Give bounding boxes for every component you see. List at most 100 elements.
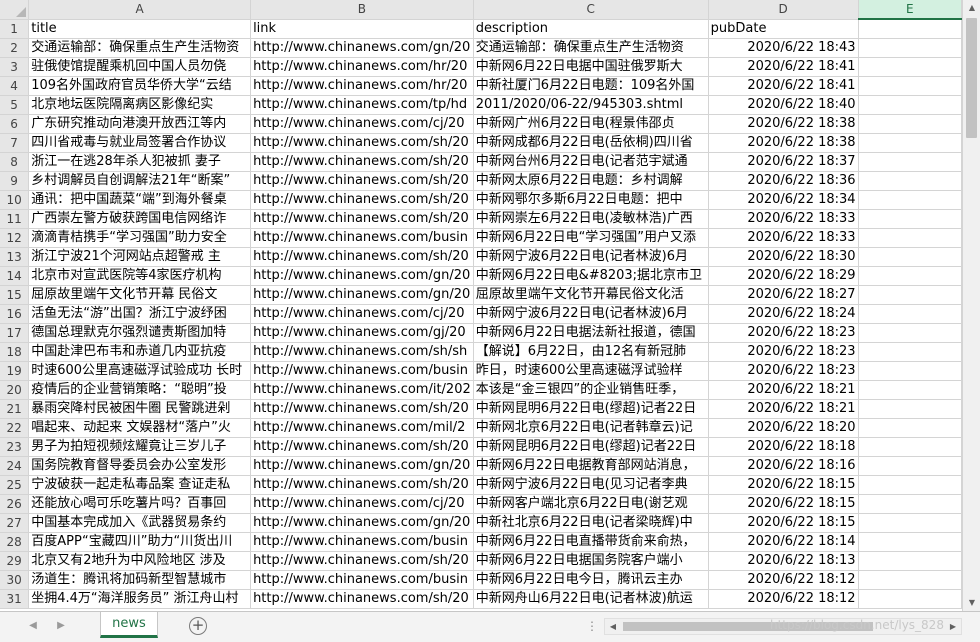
cell-link[interactable]: http://www.chinanews.com/gn/20 xyxy=(250,285,474,305)
cell-title[interactable]: 广西崇左警方破获跨国电信网络诈 xyxy=(28,209,252,229)
cell-title[interactable]: 疫情后的企业营销策略：“聪明”投 xyxy=(28,380,252,400)
cell-title[interactable]: 还能放心喝可乐吃薯片吗？百事回 xyxy=(28,494,252,514)
plus-circle-icon[interactable]: + xyxy=(189,617,207,635)
cell-link[interactable]: http://www.chinanews.com/busin xyxy=(250,228,474,248)
cell-link[interactable]: http://www.chinanews.com/gn/20 xyxy=(250,456,474,476)
cell-empty[interactable] xyxy=(858,304,962,324)
row-header[interactable]: 18 xyxy=(0,342,30,362)
cell-description[interactable]: 中新社北京6月22日电(记者梁晓辉)中 xyxy=(473,513,709,533)
cell-title[interactable]: 通讯：把中国蔬菜“端”到海外餐桌 xyxy=(28,190,252,210)
cell-link[interactable]: http://www.chinanews.com/sh/20 xyxy=(250,171,474,191)
cell-empty[interactable] xyxy=(858,38,962,58)
cell-pubdate-header[interactable]: pubDate xyxy=(708,19,859,39)
row-header[interactable]: 4 xyxy=(0,76,30,96)
scroll-up-arrow-icon[interactable]: ▲ xyxy=(963,0,980,16)
cell-title[interactable]: 时速600公里高速磁浮试验成功 长时 xyxy=(28,361,252,381)
cell-pubdate[interactable]: 2020/6/22 18:12 xyxy=(708,589,859,609)
row-header[interactable]: 29 xyxy=(0,551,30,571)
cell-link[interactable]: http://www.chinanews.com/busin xyxy=(250,361,474,381)
cell-empty[interactable] xyxy=(858,551,962,571)
cell-description-header[interactable]: description xyxy=(473,19,709,39)
row-header[interactable]: 16 xyxy=(0,304,30,324)
cell-description[interactable]: 中新网6月22日电据国务院客户端小 xyxy=(473,551,709,571)
row-header[interactable]: 23 xyxy=(0,437,30,457)
cell-pubdate[interactable]: 2020/6/22 18:38 xyxy=(708,133,859,153)
cell-description[interactable]: 中新网6月22日电今日，腾讯云主办 xyxy=(473,570,709,590)
cell-pubdate[interactable]: 2020/6/22 18:23 xyxy=(708,342,859,362)
row-header[interactable]: 19 xyxy=(0,361,30,381)
row-header[interactable]: 25 xyxy=(0,475,30,495)
cell-description[interactable]: 中新社厦门6月22日电题：109名外国 xyxy=(473,76,709,96)
cell-title[interactable]: 北京又有2地升为中风险地区 涉及 xyxy=(28,551,252,571)
next-sheet-icon[interactable]: ▶ xyxy=(54,620,68,631)
row-header[interactable]: 28 xyxy=(0,532,30,552)
cell-empty[interactable] xyxy=(858,228,962,248)
cell-empty[interactable] xyxy=(858,494,962,514)
cell-pubdate[interactable]: 2020/6/22 18:13 xyxy=(708,551,859,571)
row-header[interactable]: 7 xyxy=(0,133,30,153)
cell-link[interactable]: http://www.chinanews.com/hr/20 xyxy=(250,76,474,96)
cell-title[interactable]: 坐拥4.4万“海洋服务员” 浙江舟山村 xyxy=(28,589,252,609)
cell-title[interactable]: 中国基本完成加入《武器贸易条约 xyxy=(28,513,252,533)
scroll-down-arrow-icon[interactable]: ▼ xyxy=(963,595,980,611)
cell-title[interactable]: 广东研究推动向港澳开放西江等内 xyxy=(28,114,252,134)
row-header[interactable]: 13 xyxy=(0,247,30,267)
cell-title[interactable]: 北京地坛医院隔离病区影像纪实 xyxy=(28,95,252,115)
cell-empty[interactable] xyxy=(858,152,962,172)
row-header[interactable]: 27 xyxy=(0,513,30,533)
cell-description[interactable]: 中新网鄂尔多斯6月22日电题：把中 xyxy=(473,190,709,210)
cell-title[interactable]: 国务院教育督导委员会办公室发形 xyxy=(28,456,252,476)
cell-pubdate[interactable]: 2020/6/22 18:21 xyxy=(708,399,859,419)
cell-empty[interactable] xyxy=(858,418,962,438)
cell-description[interactable]: 中新网广州6月22日电(程景伟邵贞 xyxy=(473,114,709,134)
cell-description[interactable]: 中新网6月22日电直播带货俞来俞热， xyxy=(473,532,709,552)
cell-description[interactable]: 中新网昆明6月22日电(缪超)记者22日 xyxy=(473,437,709,457)
cell-pubdate[interactable]: 2020/6/22 18:12 xyxy=(708,570,859,590)
cell-empty[interactable] xyxy=(858,95,962,115)
cell-empty[interactable] xyxy=(858,133,962,153)
cell-description[interactable]: 中新网太原6月22日电题：乡村调解 xyxy=(473,171,709,191)
cell-link[interactable]: http://www.chinanews.com/busin xyxy=(250,570,474,590)
cell-link[interactable]: http://www.chinanews.com/sh/20 xyxy=(250,589,474,609)
cell-link[interactable]: http://www.chinanews.com/sh/20 xyxy=(250,551,474,571)
row-header[interactable]: 9 xyxy=(0,171,30,191)
cell-link[interactable]: http://www.chinanews.com/hr/20 xyxy=(250,57,474,77)
column-header-e[interactable]: E xyxy=(858,0,962,20)
cell-pubdate[interactable]: 2020/6/22 18:16 xyxy=(708,456,859,476)
cell-empty[interactable] xyxy=(858,171,962,191)
cell-title[interactable]: 乡村调解员自创调解法21年“断案” xyxy=(28,171,252,191)
cell-link[interactable]: http://www.chinanews.com/sh/20 xyxy=(250,152,474,172)
cell-pubdate[interactable]: 2020/6/22 18:37 xyxy=(708,152,859,172)
cell-link[interactable]: http://www.chinanews.com/it/202 xyxy=(250,380,474,400)
select-all-corner[interactable] xyxy=(0,0,30,20)
cell-pubdate[interactable]: 2020/6/22 18:40 xyxy=(708,95,859,115)
cell-description[interactable]: 【解说】6月22日，由12名有新冠肺 xyxy=(473,342,709,362)
cell-empty[interactable] xyxy=(858,266,962,286)
cell-title[interactable]: 109名外国政府官员华侨大学“云结 xyxy=(28,76,252,96)
cell-pubdate[interactable]: 2020/6/22 18:18 xyxy=(708,437,859,457)
cell-pubdate[interactable]: 2020/6/22 18:41 xyxy=(708,76,859,96)
cell-title[interactable]: 汤道生：腾讯将加码新型智慧城市 xyxy=(28,570,252,590)
cell-empty[interactable] xyxy=(858,589,962,609)
cell-empty[interactable] xyxy=(858,190,962,210)
sheet-tab-news[interactable]: news xyxy=(100,612,158,638)
cell-description[interactable]: 中新网宁波6月22日电(见习记者李典 xyxy=(473,475,709,495)
cell-link[interactable]: http://www.chinanews.com/gn/20 xyxy=(250,266,474,286)
cell-empty[interactable] xyxy=(858,361,962,381)
cell-title[interactable]: 北京市对宣武医院等4家医疗机构 xyxy=(28,266,252,286)
row-header[interactable]: 3 xyxy=(0,57,30,77)
cell-link[interactable]: http://www.chinanews.com/mil/2 xyxy=(250,418,474,438)
cell-description[interactable]: 昨日，时速600公里高速磁浮试验样 xyxy=(473,361,709,381)
cell-empty[interactable] xyxy=(858,475,962,495)
row-header[interactable]: 1 xyxy=(0,19,30,39)
row-header[interactable]: 5 xyxy=(0,95,30,115)
row-header[interactable]: 26 xyxy=(0,494,30,514)
splitter-handle-icon[interactable]: ⋮ xyxy=(586,619,599,633)
cell-pubdate[interactable]: 2020/6/22 18:23 xyxy=(708,361,859,381)
cell-pubdate[interactable]: 2020/6/22 18:33 xyxy=(708,228,859,248)
cell-title[interactable]: 驻俄使馆提醒乘机回中国人员勿侥 xyxy=(28,57,252,77)
cell-description[interactable]: 中新网客户端北京6月22日电(谢艺观 xyxy=(473,494,709,514)
cell-description[interactable]: 中新网6月22日电“学习强国”用户又添 xyxy=(473,228,709,248)
cell-link[interactable]: http://www.chinanews.com/sh/20 xyxy=(250,190,474,210)
cell-pubdate[interactable]: 2020/6/22 18:43 xyxy=(708,38,859,58)
